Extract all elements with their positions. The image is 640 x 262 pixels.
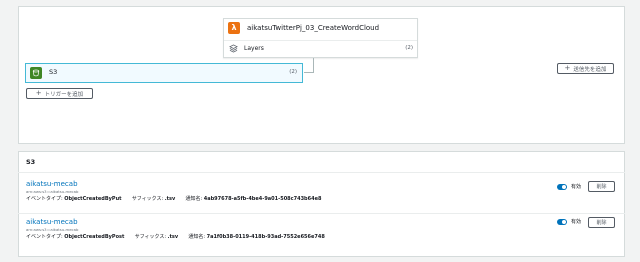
plus-icon: + (35, 89, 42, 97)
delete-button[interactable]: 削除 (588, 181, 615, 192)
connector-line (313, 58, 314, 72)
triggers-panel (18, 151, 625, 257)
suffix-value: .tsv (167, 234, 179, 240)
event-type-value: ObjectCreatedByPut (64, 196, 122, 202)
notification-value: 7a1f0b38-0119-418b-93ad-7552e656e748 (206, 234, 325, 240)
event-type-label: イベントタイプ: (26, 234, 63, 240)
trigger-name: S3 (49, 68, 58, 76)
enabled-label: 有効 (571, 219, 582, 225)
enable-toggle[interactable] (557, 184, 567, 190)
section-title: S3 (26, 158, 36, 166)
trigger-details: イベントタイプ: ObjectCreatedByPut サフィックス: .tsv… (26, 195, 616, 203)
bucket-link[interactable]: aikatsu-mecab (26, 218, 616, 227)
layers-icon (229, 44, 238, 53)
trigger-details: イベントタイプ: ObjectCreatedByPost サフィックス: .ts… (26, 233, 616, 241)
notification-label: 通知名: (185, 196, 203, 202)
suffix-value: .tsv (164, 196, 176, 202)
trigger-list-item: aikatsu-mecab arn:aws:s3:::aikatsu-mecab… (26, 218, 616, 241)
add-trigger-label: トリガーを追加 (44, 91, 84, 98)
plus-icon: + (564, 64, 571, 72)
connector-line (304, 72, 314, 73)
s3-bucket-icon (30, 67, 42, 79)
suffix-label: サフィックス: (134, 234, 166, 240)
function-card-divider (224, 40, 417, 41)
trigger-count: (2) (289, 69, 297, 75)
event-type-value: ObjectCreatedByPost (64, 234, 125, 240)
item-divider (18, 213, 625, 214)
function-name: aikatsuTwitterPj_03_CreateWordCloud (247, 24, 380, 32)
suffix-label: サフィックス: (131, 196, 164, 202)
bucket-link[interactable]: aikatsu-mecab (26, 180, 616, 189)
layers-count: (2) (405, 45, 413, 51)
trigger-list-item: aikatsu-mecab arn:aws:s3:::aikatsu-mecab… (26, 180, 616, 203)
notification-label: 通知名: (188, 234, 205, 240)
layers-label: Layers (244, 45, 264, 52)
add-trigger-button[interactable]: + トリガーを追加 (26, 88, 93, 99)
add-destination-button[interactable]: + 送信先を追加 (557, 63, 614, 74)
lambda-icon: λ (228, 22, 240, 34)
delete-button[interactable]: 削除 (588, 217, 615, 228)
section-divider (18, 172, 625, 173)
add-destination-label: 送信先を追加 (573, 66, 607, 73)
notification-value: 4ab97678-a5fb-4be4-9a01-508c743b64e8 (203, 196, 322, 202)
enabled-label: 有効 (571, 184, 582, 190)
event-type-label: イベントタイプ: (26, 196, 63, 202)
enable-toggle[interactable] (557, 219, 567, 225)
function-card[interactable]: λ aikatsuTwitterPj_03_CreateWordCloud La… (223, 18, 418, 58)
trigger-card-s3[interactable]: S3 (2) (25, 63, 303, 83)
layers-row[interactable]: Layers (229, 44, 264, 53)
